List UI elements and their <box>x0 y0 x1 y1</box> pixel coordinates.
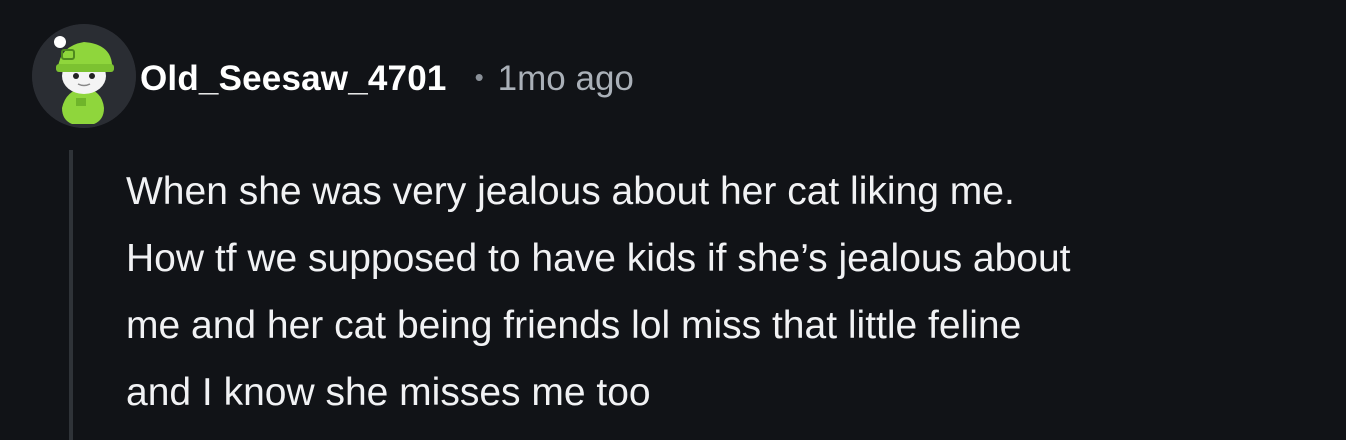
comment-body-line: me and her cat being friends lol miss th… <box>126 304 1022 347</box>
thread-line[interactable] <box>69 150 73 440</box>
comment: Old_Seesaw_4701 • 1mo ago When she was v… <box>0 0 1346 440</box>
author-username[interactable]: Old_Seesaw_4701 <box>140 59 447 99</box>
comment-timestamp[interactable]: 1mo ago <box>498 59 634 99</box>
meta-separator: • <box>474 61 484 92</box>
comment-header: Old_Seesaw_4701 • 1mo ago <box>140 54 634 104</box>
snoo-avatar-icon <box>32 24 136 128</box>
comment-body-line: How tf we supposed to have kids if she’s… <box>126 237 1071 280</box>
comment-body: When she was very jealous about her cat … <box>126 158 1331 426</box>
comment-body-line: When she was very jealous about her cat … <box>126 170 1015 213</box>
comment-body-line: and I know she misses me too <box>126 371 651 414</box>
user-avatar[interactable] <box>32 24 136 128</box>
